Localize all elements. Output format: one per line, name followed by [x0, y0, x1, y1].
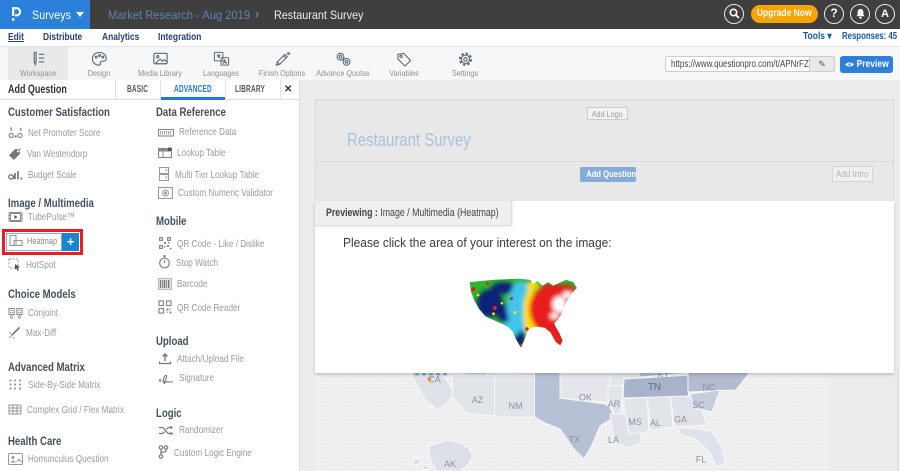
svg-text:CA: CA [428, 375, 441, 385]
svg-text:AR: AR [607, 399, 620, 409]
svg-text:TX: TX [568, 435, 580, 445]
svg-text:AZ: AZ [471, 395, 483, 405]
svg-text:NC: NC [702, 383, 715, 393]
svg-text:TN: TN [647, 382, 660, 393]
svg-text:MS: MS [628, 417, 642, 427]
svg-text:AL: AL [649, 418, 660, 428]
svg-text:OK: OK [578, 393, 591, 403]
svg-text:FL: FL [695, 455, 706, 465]
svg-text:NM: NM [508, 401, 522, 411]
svg-text:AK: AK [443, 459, 455, 469]
svg-text:LA: LA [607, 435, 618, 445]
svg-text:SC: SC [692, 400, 705, 410]
svg-text:GA: GA [673, 415, 686, 425]
